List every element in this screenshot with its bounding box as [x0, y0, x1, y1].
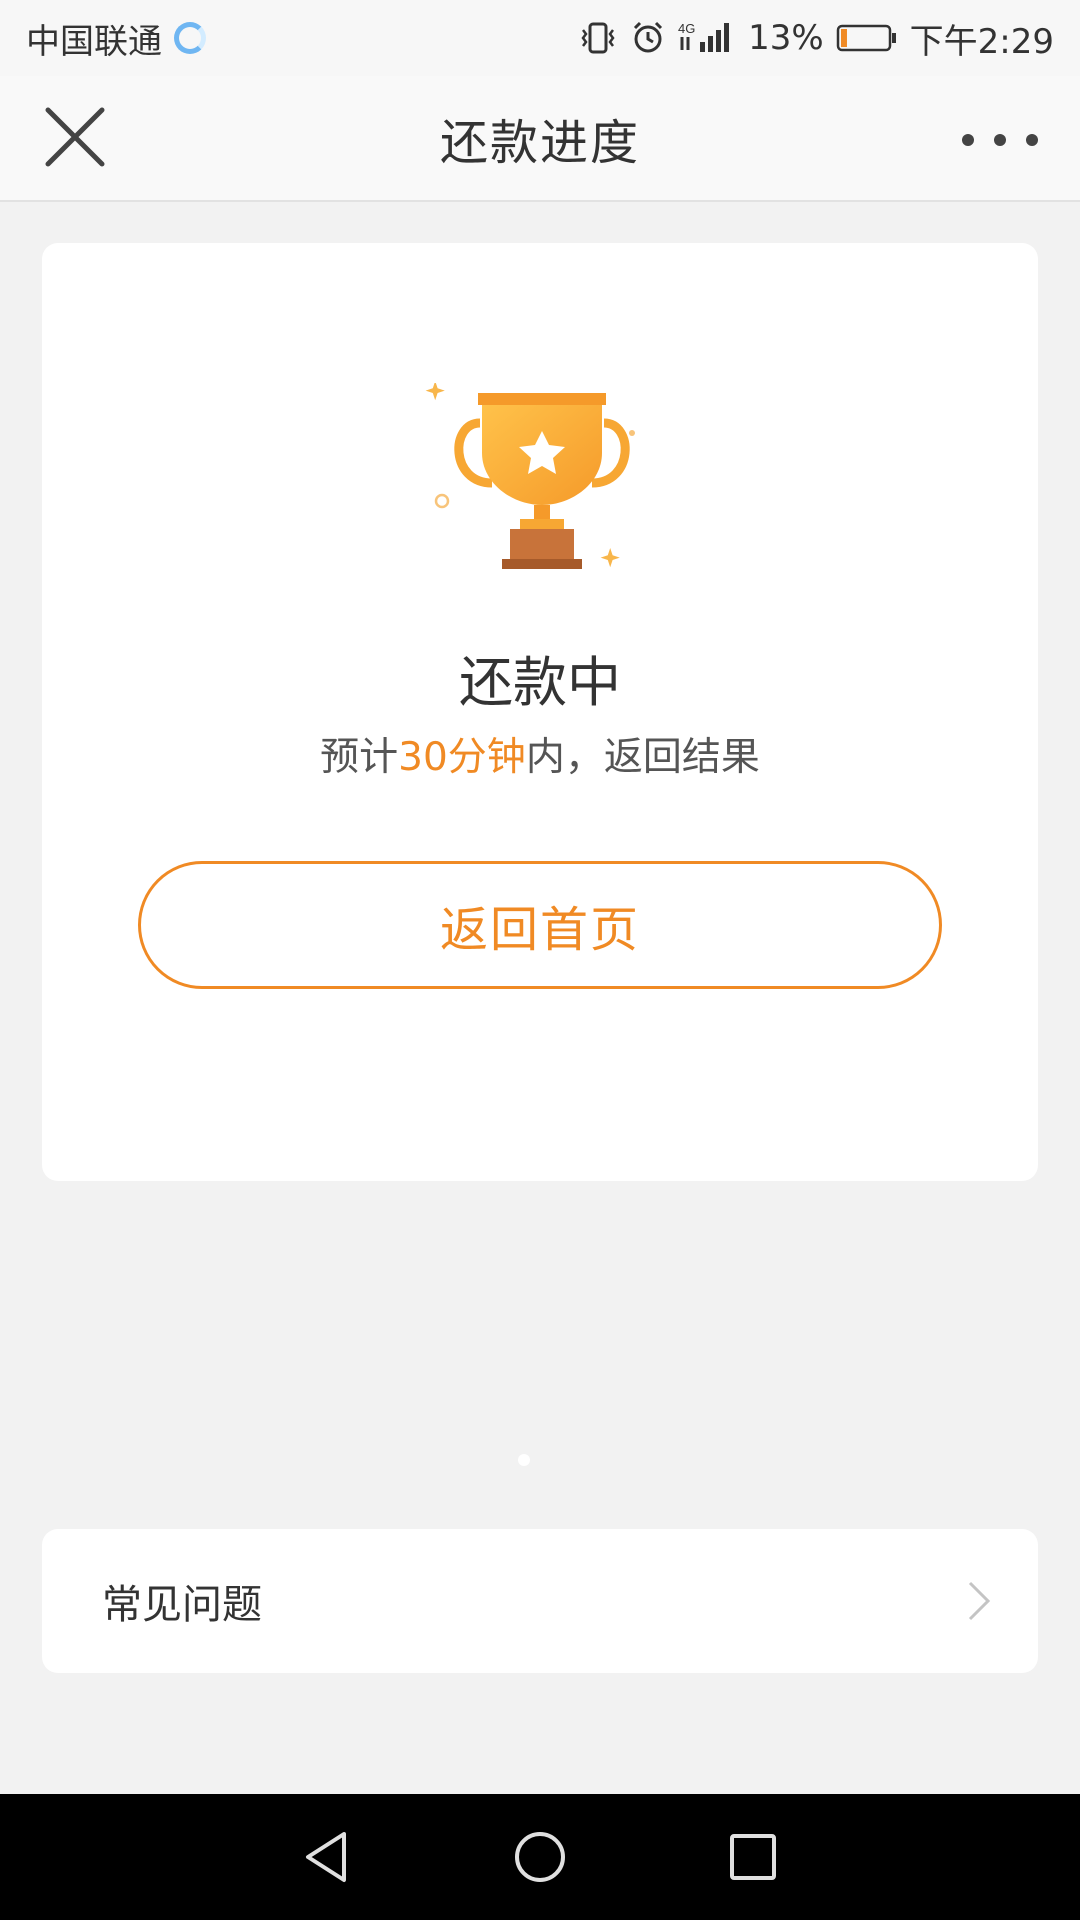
estimated-time: 30分钟 — [398, 735, 526, 780]
back-triangle-icon — [305, 1832, 346, 1882]
more-options-button[interactable] — [962, 120, 1038, 160]
close-button[interactable] — [42, 104, 108, 170]
chevron-right-icon — [968, 1581, 991, 1621]
subtitle-suffix: 内，返回结果 — [525, 735, 760, 780]
battery-icon — [836, 22, 898, 54]
faq-label: 常见问题 — [102, 1582, 262, 1628]
recents-button[interactable] — [723, 1827, 783, 1887]
carrier-name: 中国联通 — [26, 21, 162, 62]
screen: 中国联通 4G 13% 下午2:29 还款进度 还款中 预计30分钟内，返回结果… — [0, 0, 1080, 1920]
page-title: 还款进度 — [439, 115, 640, 171]
return-home-button[interactable]: 返回首页 — [138, 861, 942, 989]
vibrate-icon — [578, 20, 618, 56]
carrier-logo-icon — [174, 22, 206, 54]
page-indicator-dot — [518, 1454, 530, 1466]
network-type-label: 4G — [678, 21, 695, 36]
status-title: 还款中 — [459, 651, 621, 714]
more-dot-icon — [1026, 134, 1038, 146]
status-card: 还款中 预计30分钟内，返回结果 返回首页 — [42, 243, 1038, 1181]
status-right: 4G 13% 下午2:29 — [578, 14, 1054, 63]
battery-percent: 13% — [748, 18, 824, 58]
nav-bar: 还款进度 — [0, 76, 1080, 202]
alarm-icon — [630, 20, 666, 56]
status-time: 下午2:29 — [909, 21, 1054, 62]
trophy-icon — [425, 383, 635, 569]
faq-row[interactable]: 常见问题 — [42, 1529, 1038, 1673]
status-bar: 中国联通 4G 13% 下午2:29 — [0, 0, 1080, 76]
system-nav-bar — [0, 1794, 1080, 1920]
recents-square-icon — [730, 1834, 777, 1880]
back-button[interactable] — [297, 1827, 357, 1887]
home-button[interactable] — [510, 1827, 570, 1887]
signal-icon: 4G — [678, 20, 736, 56]
home-circle-icon — [514, 1832, 565, 1882]
status-left: 中国联通 — [26, 14, 206, 63]
close-icon — [45, 107, 105, 167]
more-dot-icon — [962, 134, 974, 146]
subtitle-prefix: 预计 — [320, 735, 399, 780]
status-subtitle: 预计30分钟内，返回结果 — [42, 726, 1038, 782]
more-dot-icon — [994, 134, 1006, 146]
